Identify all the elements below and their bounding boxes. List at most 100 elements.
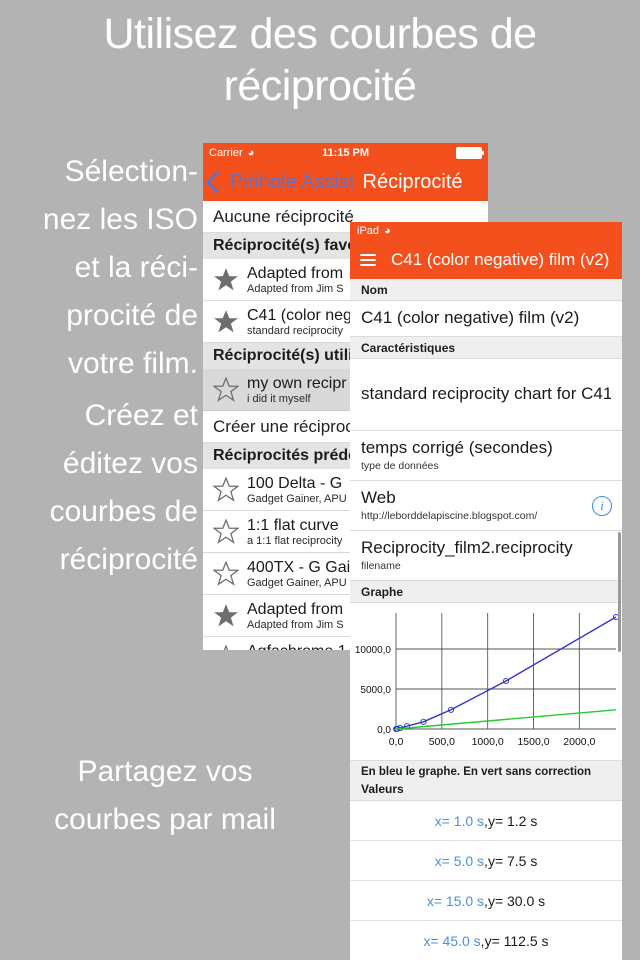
section-header-valeurs: Valeurs xyxy=(350,781,622,801)
wifi-icon: ◕ xyxy=(384,225,391,237)
field-url: http://leborddelapiscine.blogspot.com/ xyxy=(361,510,538,522)
list-item-title: 400TX - G Gai xyxy=(247,558,351,576)
list-item-subtitle: Adapted from Jim S xyxy=(247,282,344,295)
value-row[interactable]: x= 45.0 s , y= 112.5 s xyxy=(350,921,622,960)
list-item-text: 400TX - G Gai Gadget Gainer, APU xyxy=(247,558,350,590)
list-item-subtitle: Adapted from Jim S xyxy=(247,618,344,631)
list-item-subtitle: Gadget Gainer, APU xyxy=(247,576,347,589)
field-value: C41 (color negative) film (v2) xyxy=(361,308,580,327)
field-nom[interactable]: C41 (color negative) film (v2) xyxy=(350,301,622,337)
value-row[interactable]: x= 1.0 s , y= 1.2 s xyxy=(350,801,622,841)
field-label: filename xyxy=(361,560,401,572)
section-header-label: Réciprocité(s) utilis xyxy=(213,347,362,364)
list-item-label: Aucune réciprocité xyxy=(213,206,354,226)
page-title: Utilisez des courbes de réciprocité xyxy=(40,8,600,112)
field-filename[interactable]: Reciprocity_film2.reciprocity filename xyxy=(350,531,622,581)
star-filled-icon[interactable] xyxy=(213,603,247,628)
list-item-title: my own recipr xyxy=(247,374,347,392)
star-empty-icon[interactable] xyxy=(213,645,247,650)
field-web[interactable]: Web http://leborddelapiscine.blogspot.co… xyxy=(350,481,622,531)
svg-text:1500,0: 1500,0 xyxy=(517,736,549,748)
svg-text:0,0: 0,0 xyxy=(377,725,391,736)
star-empty-icon[interactable] xyxy=(213,377,247,402)
hamburger-icon[interactable] xyxy=(360,251,376,269)
back-button[interactable]: Pinhole Assist xyxy=(205,170,355,194)
back-button-label: Pinhole Assist xyxy=(230,170,355,193)
list-item-title: C41 (color neg xyxy=(247,306,352,324)
value-x: x= 45.0 s xyxy=(423,932,481,949)
svg-text:500,0: 500,0 xyxy=(429,736,455,748)
list-item-text: Agfachrome 1 From: Using the Vie xyxy=(247,642,347,651)
field-data-type[interactable]: temps corrigé (secondes) type de données xyxy=(350,431,622,481)
caption-line: courbes par mail xyxy=(54,803,276,836)
field-label: type de données xyxy=(361,460,439,472)
star-filled-icon[interactable] xyxy=(213,309,247,334)
caption-line: Sélection- xyxy=(64,155,198,188)
iphone-status-bar: Carrier ◕ 11:15 PM xyxy=(203,143,488,163)
svg-text:0,0: 0,0 xyxy=(389,736,404,748)
value-y: y= 30.0 s xyxy=(487,892,546,909)
star-empty-icon[interactable] xyxy=(213,561,247,586)
caption-line: votre film. xyxy=(67,347,198,380)
svg-text:10000,0: 10000,0 xyxy=(355,645,392,656)
caption-line: réciprocité xyxy=(59,543,198,576)
list-item-title: 1:1 flat curve xyxy=(247,516,339,534)
battery-icon xyxy=(456,147,484,159)
list-item-title: Adapted from xyxy=(247,600,344,618)
value-x: x= 15.0 s xyxy=(426,892,485,909)
list-item-title: Agfachrome 1 xyxy=(247,642,347,651)
value-y: y= 7.5 s xyxy=(487,852,538,869)
svg-text:1000,0: 1000,0 xyxy=(472,736,504,748)
caption-select-iso: Sélection- nez les ISO et la réci- proci… xyxy=(0,148,198,388)
section-header-label: Réciprocité(s) favo xyxy=(213,237,358,254)
value-row[interactable]: x= 5.0 s , y= 7.5 s xyxy=(350,841,622,881)
value-y: y= 1.2 s xyxy=(487,812,538,829)
caption-line: courbes de xyxy=(49,495,198,528)
star-filled-icon[interactable] xyxy=(213,267,247,292)
caption-line: Créez et xyxy=(84,399,198,432)
chart-legend-note: En bleu le graphe. En vert sans correcti… xyxy=(350,761,622,781)
value-row[interactable]: x= 15.0 s , y= 30.0 s xyxy=(350,881,622,921)
list-item-subtitle: a 1:1 flat reciprocity xyxy=(247,534,343,547)
device-label: iPad xyxy=(357,225,380,237)
list-item-text: 1:1 flat curve a 1:1 flat reciprocity xyxy=(247,516,342,548)
list-item-text: 100 Delta - G Gadget Gainer, APU xyxy=(247,474,347,506)
chart-canvas: 0,0 5000,0 10000,0 0,0 500,0 1000,0 1500,0 2000… xyxy=(355,613,620,748)
ipad-nav-title: C41 (color negative) film (v2) xyxy=(391,249,610,269)
svg-text:5000,0: 5000,0 xyxy=(360,685,391,696)
list-item-text: my own recipr i did it myself xyxy=(247,374,347,406)
reciprocity-chart: 0,0 5000,0 10000,0 0,0 500,0 1000,0 1500,0 2000… xyxy=(350,603,622,761)
value-x: x= 5.0 s xyxy=(434,852,485,869)
status-clock: 11:15 PM xyxy=(321,147,370,159)
section-header-graphe: Graphe xyxy=(350,581,622,603)
value-x: x= 1.0 s xyxy=(434,812,485,829)
field-description[interactable]: standard reciprocity chart for C41… xyxy=(350,359,622,431)
scrollbar[interactable] xyxy=(618,532,621,652)
caption-line: et la réci- xyxy=(74,251,198,284)
field-value: Reciprocity_film2.reciprocity xyxy=(361,538,573,557)
headline-line-1: Utilisez des courbes de xyxy=(103,10,537,58)
star-empty-icon[interactable] xyxy=(213,477,247,502)
ipad-nav-bar: C41 (color negative) film (v2) xyxy=(350,240,622,279)
slide-root: Utilisez des courbes de réciprocité Séle… xyxy=(0,0,640,960)
field-value: temps corrigé (secondes) xyxy=(361,438,553,457)
list-item-text: Adapted from Adapted from Jim S xyxy=(247,264,344,296)
field-value: standard reciprocity chart for C41… xyxy=(361,384,611,403)
caption-line: procité de xyxy=(66,299,198,332)
iphone-nav-bar: Pinhole Assist Réciprocité xyxy=(203,163,488,201)
section-header-label: Nom xyxy=(361,282,388,297)
caption-line: nez les ISO xyxy=(42,203,198,236)
headline-line-2: réciprocité xyxy=(223,62,417,110)
list-item-text: C41 (color neg standard reciprocity xyxy=(247,306,352,338)
caption-create-edit: Créez et éditez vos courbes de réciproci… xyxy=(0,392,198,584)
info-icon[interactable]: i xyxy=(592,495,612,516)
section-header-label: Caractéristiques xyxy=(361,340,456,355)
chevron-left-icon xyxy=(205,170,229,194)
field-value: Web xyxy=(361,488,396,507)
list-item-subtitle: Gadget Gainer, APU xyxy=(247,492,347,505)
caption-line: Partagez vos xyxy=(77,755,253,788)
star-empty-icon[interactable] xyxy=(213,519,247,544)
list-item-subtitle: standard reciprocity xyxy=(247,324,343,337)
caption-line: éditez vos xyxy=(62,447,198,480)
section-header-caracteristiques: Caractéristiques xyxy=(350,337,622,359)
